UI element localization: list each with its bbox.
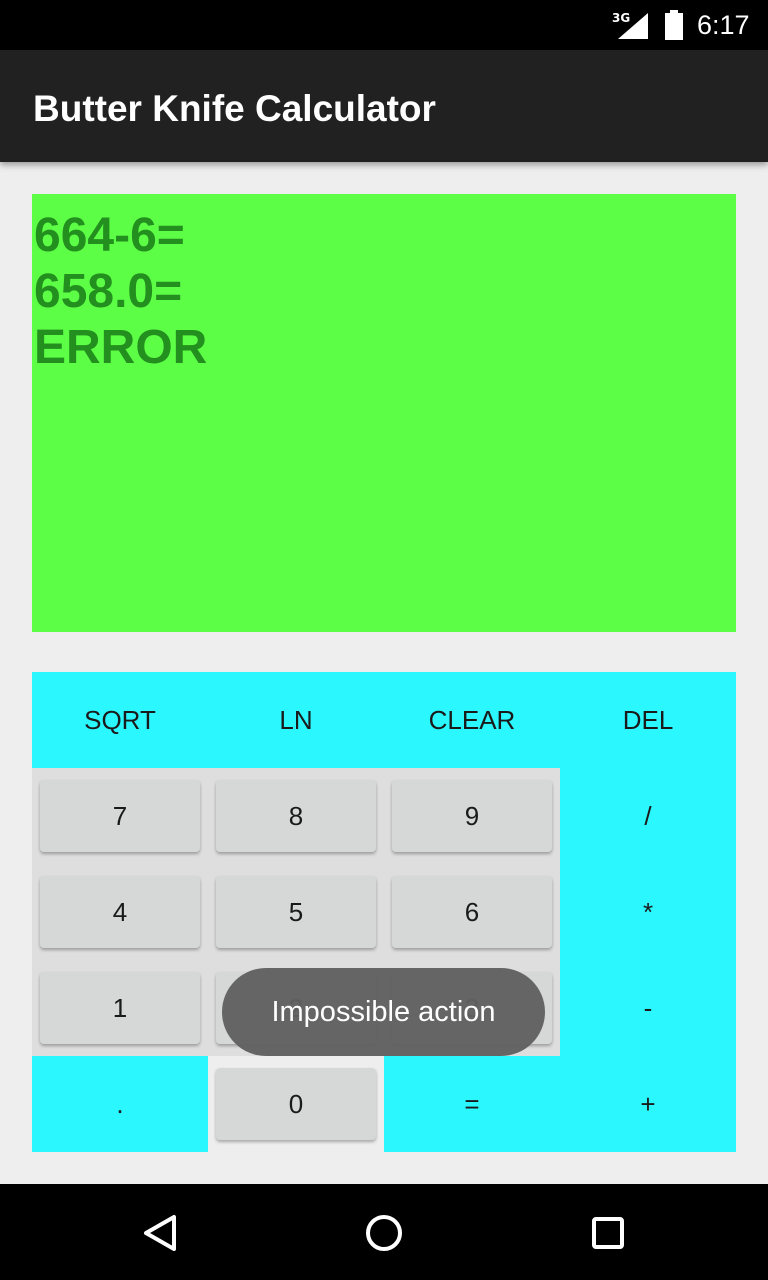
digit-8-button[interactable]: 8 [216, 780, 376, 852]
display-line-error: ERROR [34, 321, 208, 374]
app-title: Butter Knife Calculator [33, 88, 436, 129]
digit-9-button[interactable]: 9 [392, 780, 552, 852]
plus-button[interactable]: + [560, 1056, 736, 1152]
dot-button[interactable]: . [32, 1056, 208, 1152]
del-button[interactable]: DEL [560, 672, 736, 768]
calculator-display: 664-6= 658.0= ERROR [32, 194, 736, 632]
clock: 6:17 [697, 10, 750, 40]
status-bar: 3G 6:17 [0, 0, 768, 50]
digit-0-button[interactable]: 0 [216, 1068, 376, 1140]
digit-4-button[interactable]: 4 [40, 876, 200, 948]
recents-button[interactable] [583, 1208, 633, 1258]
clear-button[interactable]: CLEAR [384, 672, 560, 768]
divide-button[interactable]: / [560, 768, 736, 864]
digit-7-button[interactable]: 7 [40, 780, 200, 852]
recents-icon [592, 1217, 624, 1249]
digit-1-button[interactable]: 1 [40, 972, 200, 1044]
battery-icon [665, 10, 683, 40]
signal-icon [618, 13, 648, 39]
sqrt-button[interactable]: SQRT [32, 672, 208, 768]
back-button[interactable] [135, 1208, 185, 1258]
digit-6-button[interactable]: 6 [392, 876, 552, 948]
app-bar: Butter Knife Calculator [0, 50, 768, 162]
multiply-button[interactable]: * [560, 864, 736, 960]
display-line-expression: 664-6= [34, 209, 185, 262]
home-icon [366, 1215, 402, 1251]
toast-message: Impossible action [222, 968, 545, 1056]
digit-5-button[interactable]: 5 [216, 876, 376, 948]
minus-button[interactable]: - [560, 960, 736, 1056]
home-button[interactable] [359, 1208, 409, 1258]
ln-button[interactable]: LN [208, 672, 384, 768]
back-icon [144, 1215, 176, 1251]
equals-button[interactable]: = [384, 1056, 560, 1152]
display-line-result: 658.0= [34, 265, 183, 318]
navigation-bar [0, 1184, 768, 1280]
